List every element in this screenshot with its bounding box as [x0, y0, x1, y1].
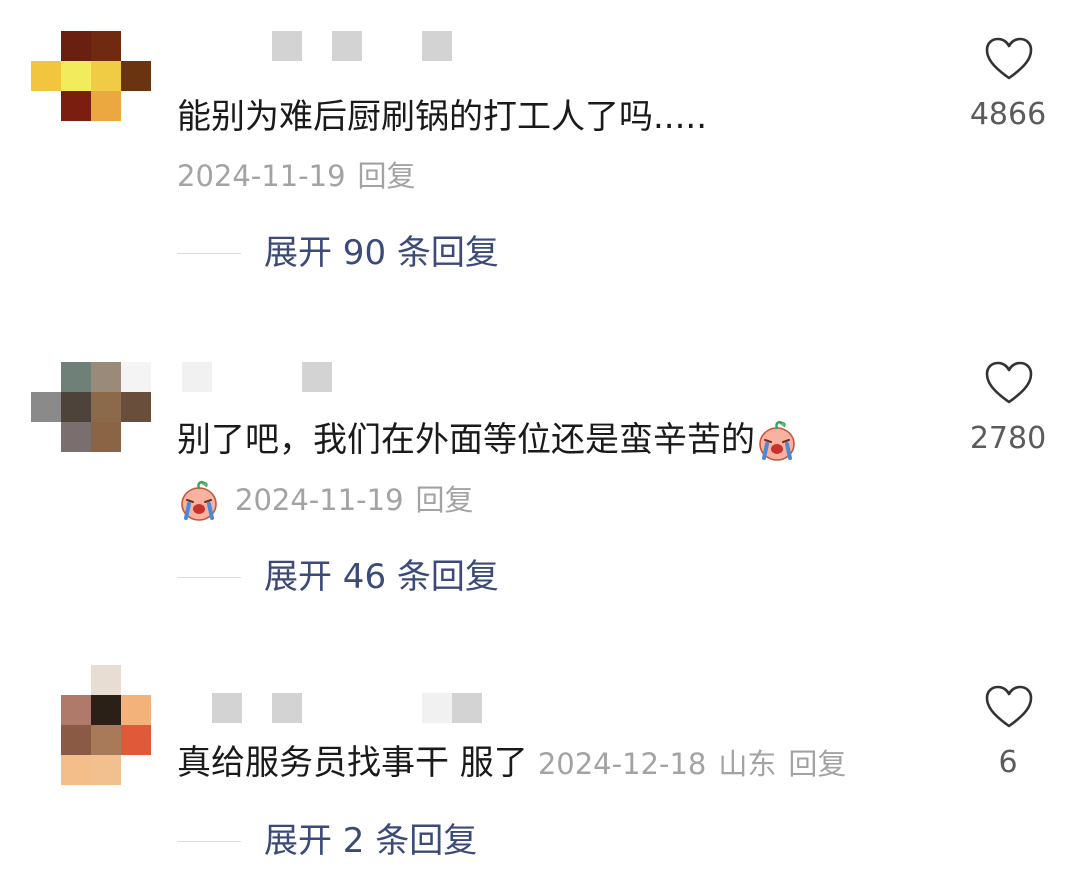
- divider: [177, 841, 241, 842]
- avatar[interactable]: [31, 665, 151, 785]
- comment-text: 真给服务员找事干 服了 2024-12-18 山东 回复: [177, 741, 858, 786]
- comment-location: 山东: [718, 747, 777, 781]
- comment-item: 真给服务员找事干 服了 2024-12-18 山东 回复 展开 2 条回复 6: [0, 0, 1080, 873]
- comment-meta: 2024-12-18 山东 回复: [538, 747, 859, 781]
- reply-button[interactable]: 回复: [788, 747, 846, 781]
- comment-date: 2024-12-18: [537, 747, 707, 781]
- comment-text-content: 真给服务员找事干 服了: [177, 743, 528, 783]
- expand-replies-button[interactable]: 展开 2 条回复: [264, 819, 477, 863]
- heart-icon[interactable]: [984, 684, 1034, 730]
- like-count: 6: [998, 745, 1018, 780]
